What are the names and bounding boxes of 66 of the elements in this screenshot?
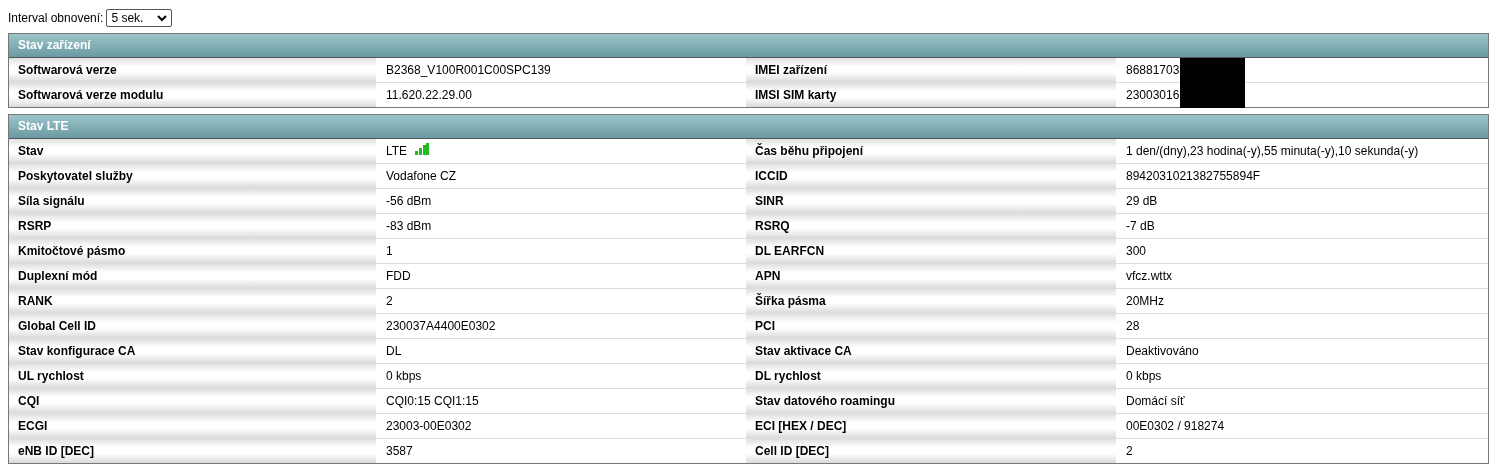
field-label: RSRQ	[746, 214, 1116, 238]
field-value: 1 den/(dny),23 hodina(-y),55 minuta(-y),10 sekunda(-y)	[1126, 144, 1419, 158]
field-value: 86881703	[1126, 63, 1180, 77]
refresh-dropdown[interactable]: 5 sek.	[106, 9, 173, 27]
field-value: 230037A4400E0302	[386, 319, 496, 333]
field-value: 2	[386, 294, 393, 308]
field-value: 2	[1126, 444, 1133, 458]
section-header: Stav zařízení	[9, 34, 1488, 58]
field-value: -83 dBm	[386, 219, 432, 233]
field-label: eNB ID [DEC]	[9, 439, 376, 463]
field-value: vfcz.wttx	[1126, 269, 1172, 283]
field-value: B2368_V100R001C00SPC139	[386, 63, 551, 77]
field-label: DL rychlost	[746, 364, 1116, 388]
field-label: Poskytovatel služby	[9, 164, 376, 188]
field-value: Domácí síť	[1126, 394, 1185, 408]
field-value: Deaktivováno	[1126, 344, 1199, 358]
field-label: UL rychlost	[9, 364, 376, 388]
field-label: APN	[746, 264, 1116, 288]
field-value: LTE	[386, 144, 408, 158]
field-value: 0 kbps	[1126, 369, 1162, 383]
field-value: -7 dB	[1126, 219, 1155, 233]
field-value: FDD	[386, 269, 411, 283]
field-label: ECI [HEX / DEC]	[746, 414, 1116, 438]
field-label: RSRP	[9, 214, 376, 238]
field-label: Kmitočtové pásmo	[9, 239, 376, 263]
section-header: Stav LTE	[9, 115, 1488, 139]
field-label: Šířka pásma	[746, 289, 1116, 313]
field-value: 11.620.22.29.00	[386, 88, 472, 102]
field-value: 0 kbps	[386, 369, 422, 383]
field-value: DL	[386, 344, 402, 358]
field-label: PCI	[746, 314, 1116, 338]
field-value: Vodafone CZ	[386, 169, 457, 183]
field-label: DL EARFCN	[746, 239, 1116, 263]
field-value: 29 dB	[1126, 194, 1158, 208]
field-label: Duplexní mód	[9, 264, 376, 288]
chevron-icon	[157, 14, 168, 22]
field-value: 3587	[386, 444, 413, 458]
field-label: Stav konfigurace CA	[9, 339, 376, 363]
field-label: Síla signálu	[9, 189, 376, 213]
field-label: Global Cell ID	[9, 314, 376, 338]
signal-icon	[415, 143, 430, 155]
field-label: Cell ID [DEC]	[746, 439, 1116, 463]
field-label: CQI	[9, 389, 376, 413]
field-label: Stav	[9, 139, 376, 163]
field-label: Stav aktivace CA	[746, 339, 1116, 363]
field-label: Softwarová verze	[9, 58, 376, 82]
field-value: 23003016	[1126, 88, 1180, 102]
field-label: SINR	[746, 189, 1116, 213]
field-value: 00E0302 / 918274	[1126, 419, 1225, 433]
field-label: Softwarová verze modulu	[9, 83, 376, 107]
field-value: CQI0:15 CQI1:15	[386, 394, 479, 408]
field-label: IMSI SIM karty	[746, 83, 1116, 107]
field-label: ICCID	[746, 164, 1116, 188]
field-value: 300	[1126, 244, 1147, 258]
field-label: IMEI zařízení	[746, 58, 1116, 82]
field-label: Čas běhu připojení	[746, 139, 1116, 163]
field-label: Stav datového roamingu	[746, 389, 1116, 413]
field-value: 1	[386, 244, 393, 258]
field-value: 8942031021382755894F	[1126, 169, 1261, 183]
field-value: 28	[1126, 319, 1140, 333]
field-value: 20MHz	[1126, 294, 1164, 308]
field-value: 23003-00E0302	[386, 419, 472, 433]
refresh-label: Interval obnovení:	[8, 11, 104, 25]
field-label: RANK	[9, 289, 376, 313]
field-value: -56 dBm	[386, 194, 432, 208]
field-label: ECGI	[9, 414, 376, 438]
